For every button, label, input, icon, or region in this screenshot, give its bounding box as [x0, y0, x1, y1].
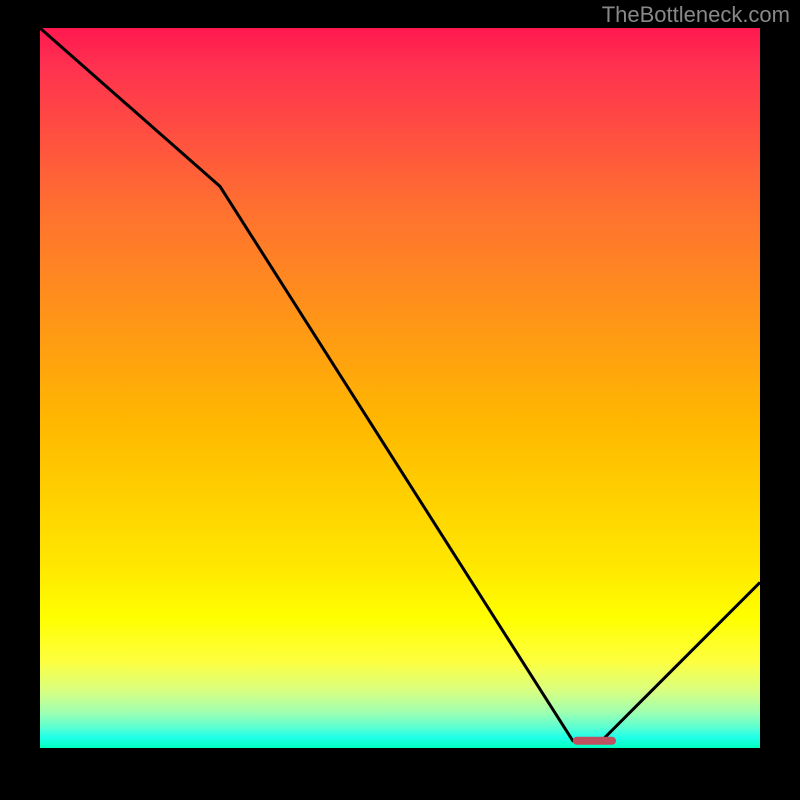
chart-line-svg	[40, 28, 760, 748]
watermark-text: TheBottleneck.com	[602, 2, 790, 28]
chart-line	[40, 28, 760, 741]
chart-marker	[573, 737, 616, 745]
chart-plot-area	[40, 28, 760, 748]
